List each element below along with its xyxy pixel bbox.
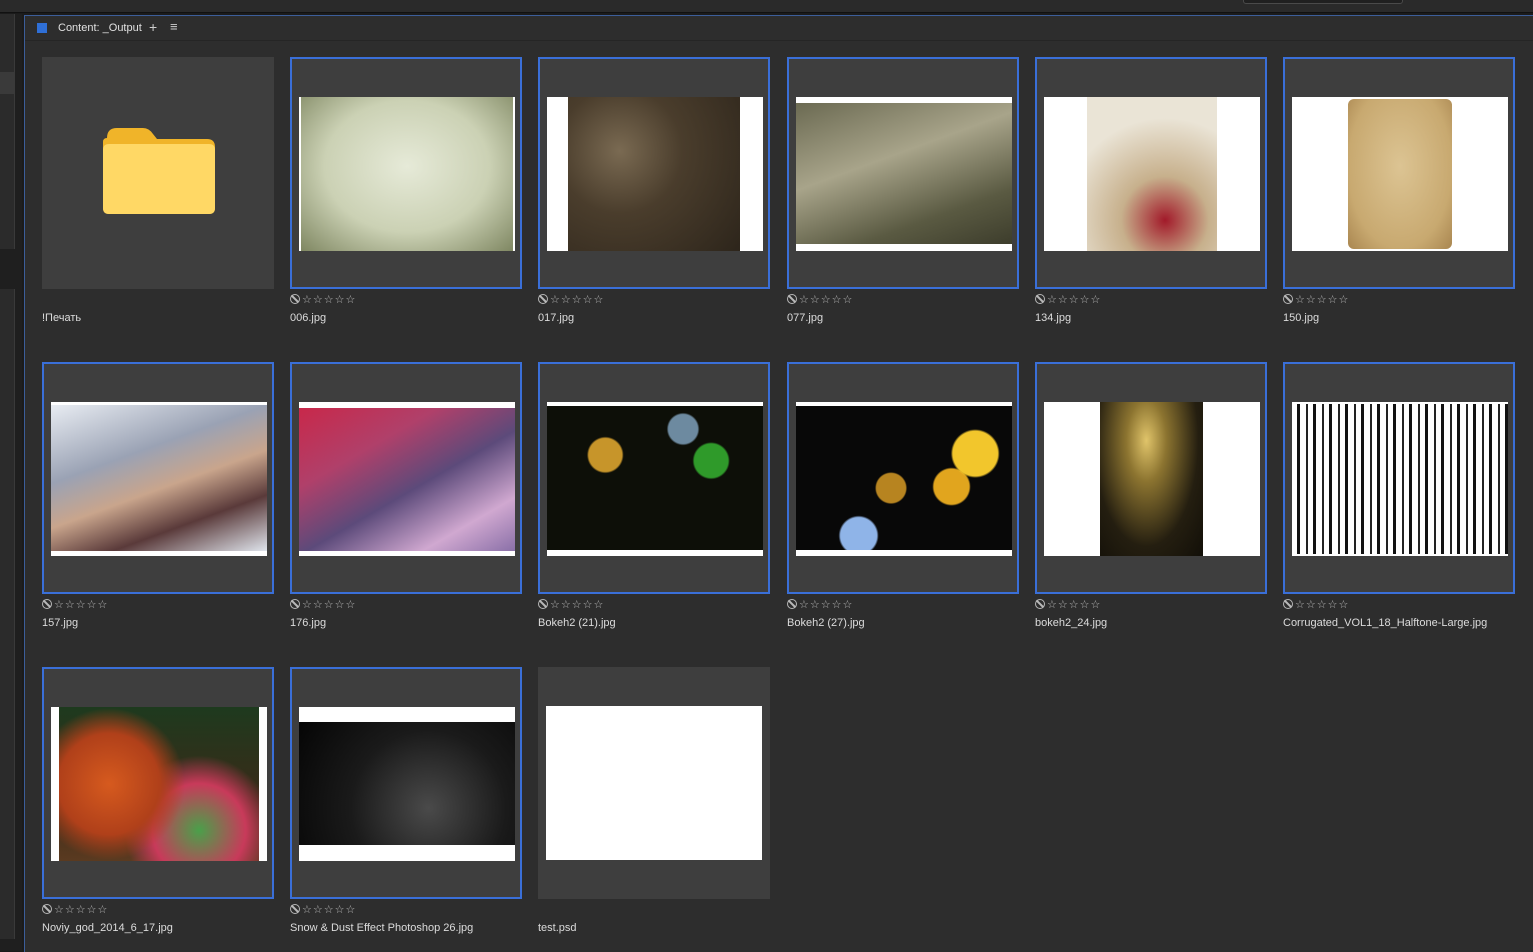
thumbnail[interactable]: [538, 667, 770, 899]
panel-tab-icon[interactable]: [37, 23, 47, 33]
file-name: Corrugated_VOL1_18_Halftone-Large.jpg: [1283, 617, 1488, 629]
image-preview: [299, 97, 515, 251]
rating[interactable]: ☆☆☆☆☆: [538, 598, 604, 611]
file-name: Snow & Dust Effect Photoshop 26.jpg: [290, 922, 474, 934]
image-preview: [546, 706, 762, 860]
add-tab-icon[interactable]: +: [149, 19, 157, 35]
file-name: 157.jpg: [42, 617, 79, 629]
star-rating-icon[interactable]: ☆☆☆☆☆: [302, 599, 356, 611]
search-field[interactable]: [1243, 0, 1403, 4]
reject-icon[interactable]: [1283, 599, 1293, 609]
file-name: 134.jpg: [1035, 312, 1072, 324]
folder-icon: [103, 128, 215, 214]
star-rating-icon[interactable]: ☆☆☆☆☆: [799, 294, 853, 306]
rating[interactable]: ☆☆☆☆☆: [290, 903, 356, 916]
star-rating-icon[interactable]: ☆☆☆☆☆: [54, 599, 108, 611]
reject-icon[interactable]: [538, 294, 548, 304]
reject-icon[interactable]: [1035, 294, 1045, 304]
file-name: 077.jpg: [787, 312, 824, 324]
star-rating-icon[interactable]: ☆☆☆☆☆: [1295, 599, 1349, 611]
image-preview: [547, 97, 763, 251]
thumbnail[interactable]: [290, 362, 522, 594]
thumbnail[interactable]: [787, 362, 1019, 594]
image-preview: [1044, 97, 1260, 251]
rating[interactable]: ☆☆☆☆☆: [1283, 598, 1349, 611]
file-name: Noviy_god_2014_6_17.jpg: [42, 922, 173, 934]
thumbnail[interactable]: [290, 667, 522, 899]
file-name: 006.jpg: [290, 312, 327, 324]
star-rating-icon[interactable]: ☆☆☆☆☆: [1047, 294, 1101, 306]
reject-icon[interactable]: [42, 904, 52, 914]
rating[interactable]: ☆☆☆☆☆: [1035, 598, 1101, 611]
thumbnail[interactable]: [787, 57, 1019, 289]
reject-icon[interactable]: [538, 599, 548, 609]
thumbnail[interactable]: [1283, 362, 1515, 594]
file-name: Bokeh2 (21).jpg: [538, 617, 616, 629]
thumbnail[interactable]: [538, 362, 770, 594]
content-panel: Content: _Output + ≡ !Печать ☆☆☆☆☆ 006.j…: [24, 15, 1533, 952]
image-preview: [51, 707, 267, 861]
file-name: 150.jpg: [1283, 312, 1320, 324]
thumbnail[interactable]: [42, 57, 274, 289]
file-name: test.psd: [538, 922, 577, 934]
rating[interactable]: ☆☆☆☆☆: [42, 903, 108, 916]
file-name: !Печать: [42, 312, 82, 324]
star-rating-icon[interactable]: ☆☆☆☆☆: [54, 904, 108, 916]
star-rating-icon[interactable]: ☆☆☆☆☆: [302, 904, 356, 916]
left-panel-segment[interactable]: [0, 14, 15, 72]
thumbnail[interactable]: [1035, 362, 1267, 594]
rating[interactable]: ☆☆☆☆☆: [787, 598, 853, 611]
image-preview: [796, 97, 1012, 251]
star-rating-icon[interactable]: ☆☆☆☆☆: [550, 599, 604, 611]
reject-icon[interactable]: [42, 599, 52, 609]
rating[interactable]: ☆☆☆☆☆: [290, 598, 356, 611]
rating[interactable]: ☆☆☆☆☆: [42, 598, 108, 611]
thumbnail[interactable]: [1035, 57, 1267, 289]
thumbnail[interactable]: [42, 667, 274, 899]
star-rating-icon[interactable]: ☆☆☆☆☆: [1047, 599, 1101, 611]
star-rating-icon[interactable]: ☆☆☆☆☆: [550, 294, 604, 306]
left-panel-segment[interactable]: [0, 94, 15, 249]
reject-icon[interactable]: [1035, 599, 1045, 609]
thumbnail[interactable]: [42, 362, 274, 594]
file-name: 017.jpg: [538, 312, 575, 324]
reject-icon[interactable]: [290, 904, 300, 914]
image-preview: [299, 707, 515, 861]
image-preview: [299, 402, 515, 556]
image-preview: [1292, 402, 1508, 556]
rating[interactable]: ☆☆☆☆☆: [290, 293, 356, 306]
rating[interactable]: ☆☆☆☆☆: [1035, 293, 1101, 306]
rating[interactable]: ☆☆☆☆☆: [787, 293, 853, 306]
file-name: 176.jpg: [290, 617, 327, 629]
left-panel-segment-active[interactable]: [0, 72, 15, 94]
reject-icon[interactable]: [290, 599, 300, 609]
left-panel-segment[interactable]: [0, 289, 15, 939]
image-preview: [51, 402, 267, 556]
panel-title[interactable]: Content: _Output: [58, 22, 142, 34]
reject-icon[interactable]: [787, 599, 797, 609]
file-name: bokeh2_24.jpg: [1035, 617, 1108, 629]
panel-menu-icon[interactable]: ≡: [170, 19, 178, 34]
star-rating-icon[interactable]: ☆☆☆☆☆: [302, 294, 356, 306]
reject-icon[interactable]: [290, 294, 300, 304]
rating[interactable]: ☆☆☆☆☆: [538, 293, 604, 306]
image-preview: [547, 402, 763, 556]
reject-icon[interactable]: [787, 294, 797, 304]
reject-icon[interactable]: [1283, 294, 1293, 304]
image-preview: [1044, 402, 1260, 556]
star-rating-icon[interactable]: ☆☆☆☆☆: [799, 599, 853, 611]
rating[interactable]: ☆☆☆☆☆: [1283, 293, 1349, 306]
file-name: Bokeh2 (27).jpg: [787, 617, 865, 629]
left-panel-strip: [0, 14, 22, 951]
thumbnail[interactable]: [1283, 57, 1515, 289]
image-preview: [1292, 97, 1508, 251]
thumbnail[interactable]: [290, 57, 522, 289]
thumbnail[interactable]: [538, 57, 770, 289]
top-bar: [0, 0, 1533, 13]
image-preview: [796, 402, 1012, 556]
star-rating-icon[interactable]: ☆☆☆☆☆: [1295, 294, 1349, 306]
panel-header: Content: _Output + ≡: [25, 16, 1533, 41]
